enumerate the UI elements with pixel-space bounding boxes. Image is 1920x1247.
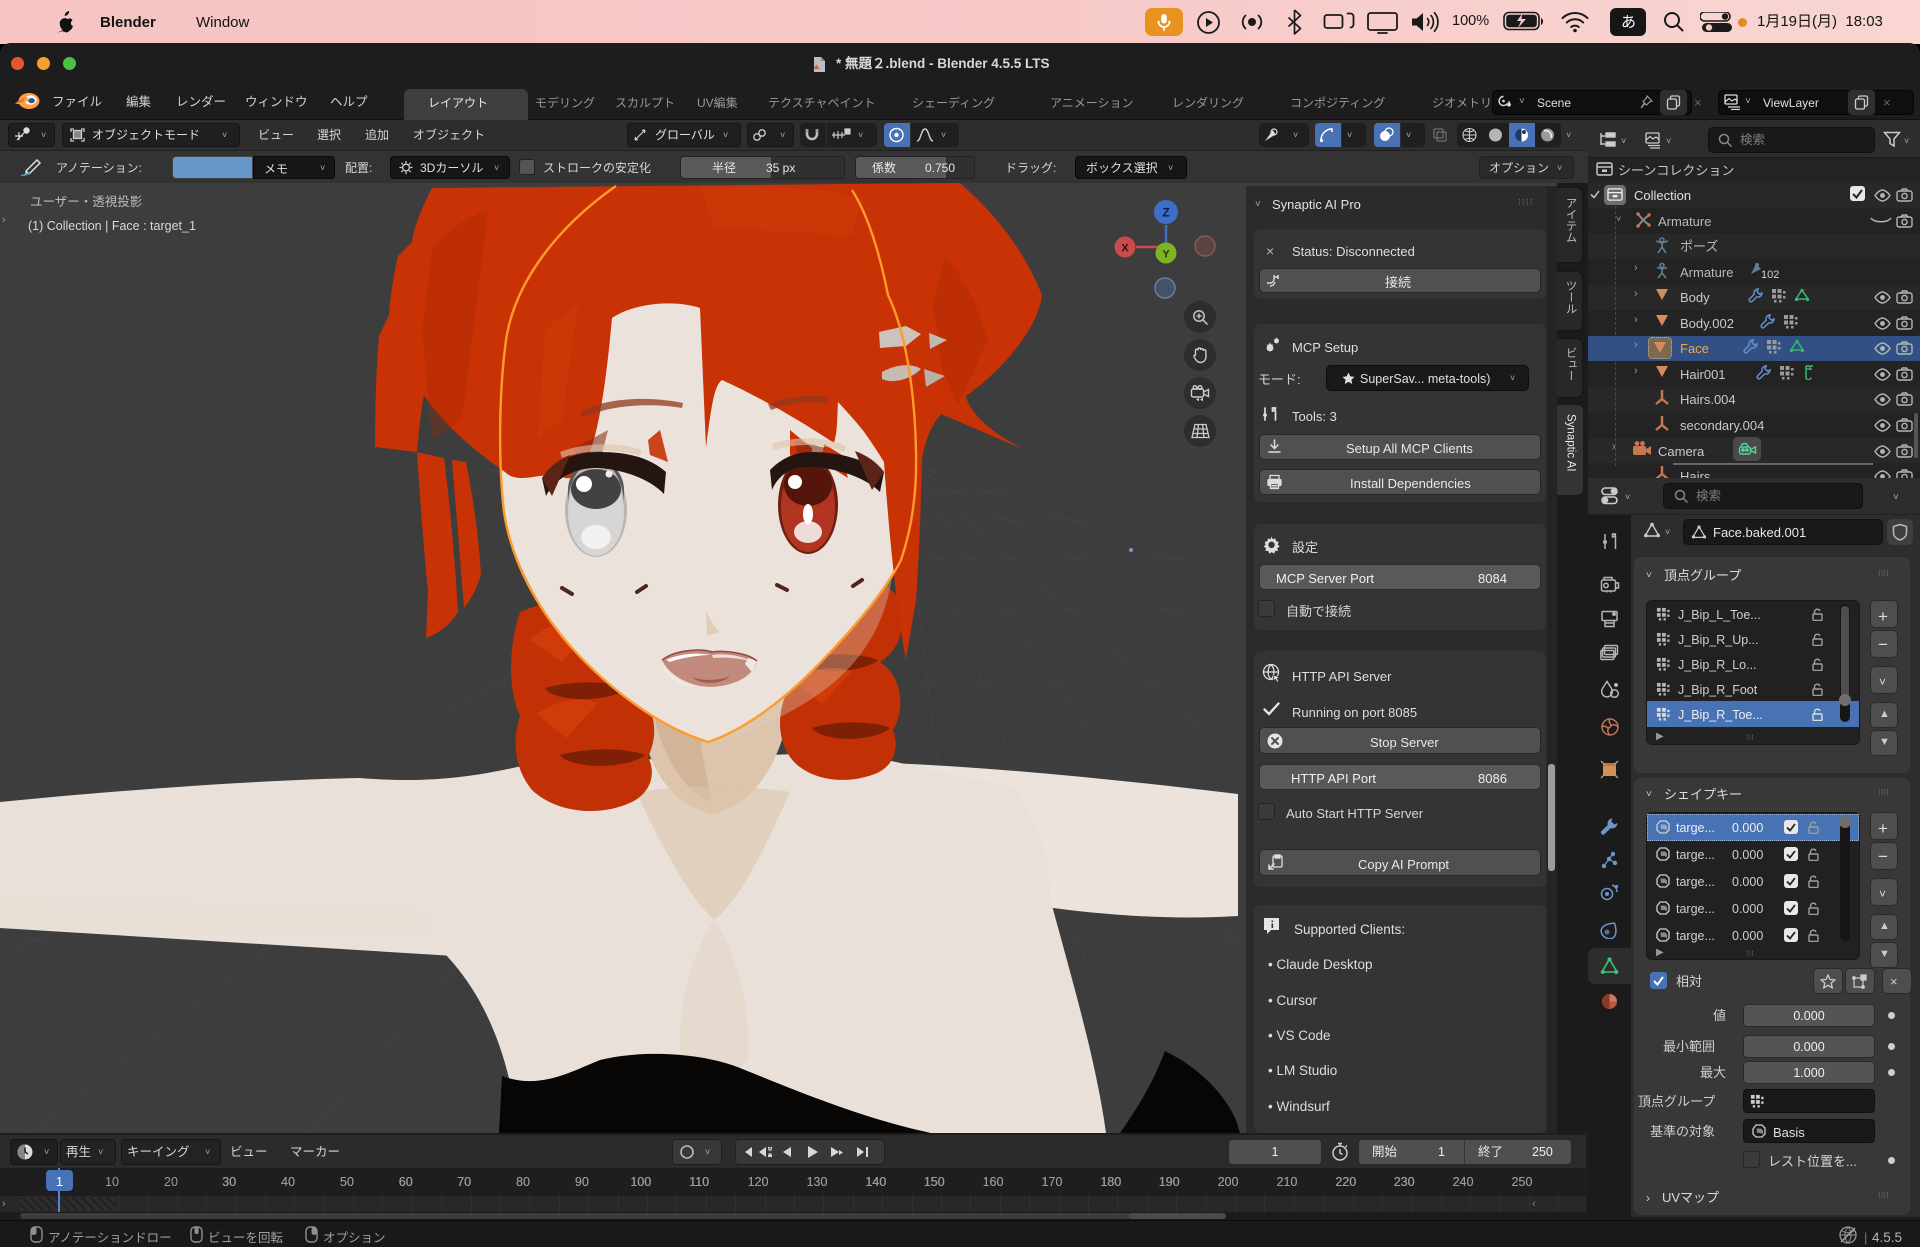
svg-text:Z: Z [1162,206,1169,220]
svg-text:X: X [1121,243,1129,255]
svg-text:Y: Y [1162,249,1170,261]
